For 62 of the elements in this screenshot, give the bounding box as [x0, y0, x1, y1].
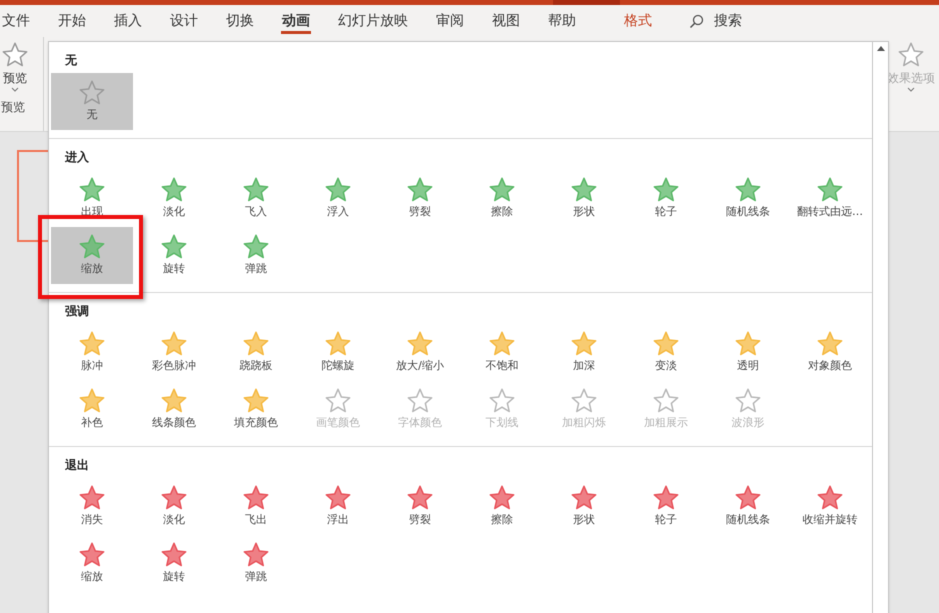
animation-effect[interactable]: 无 — [51, 73, 133, 130]
animation-effect[interactable]: 淡化 — [133, 170, 215, 227]
animation-effect[interactable]: 翻转式由远… — [789, 170, 871, 227]
animation-effect[interactable]: 补色 — [51, 381, 133, 438]
section-heading: 退出 — [64, 457, 90, 474]
animation-effect[interactable]: 擦除 — [461, 170, 543, 227]
caret-icon — [11, 87, 19, 92]
ribbon-tab[interactable]: 帮助 — [547, 6, 577, 36]
ribbon-tab[interactable]: 视图 — [491, 6, 521, 36]
ribbon-tab[interactable]: 幻灯片放映 — [337, 6, 409, 36]
animation-effect[interactable]: 弹跳 — [215, 227, 297, 284]
section-heading: 进入 — [64, 149, 90, 166]
animation-effect[interactable]: 线条颜色 — [133, 381, 215, 438]
animation-effect[interactable]: 旋转 — [133, 535, 215, 592]
search-icon — [689, 14, 704, 28]
search-label[interactable]: 搜索 — [714, 10, 742, 32]
animation-effect[interactable]: 脉冲 — [51, 324, 133, 381]
animation-effect[interactable]: 弹跳 — [215, 535, 297, 592]
animation-effect[interactable]: 收缩并旋转 — [789, 478, 871, 535]
animation-effect[interactable]: 飞入 — [215, 170, 297, 227]
animation-effect[interactable]: 形状 — [543, 170, 625, 227]
animation-effect[interactable]: 对象颜色 — [789, 324, 871, 381]
section-heading: 无 — [64, 52, 78, 69]
animation-effect[interactable]: 劈裂 — [379, 170, 461, 227]
animation-effect[interactable]: 加深 — [543, 324, 625, 381]
animation-effect[interactable]: 不饱和 — [461, 324, 543, 381]
animation-effect[interactable]: 浮出 — [297, 478, 379, 535]
animation-effect[interactable]: 随机线条 — [707, 478, 789, 535]
preview-button[interactable]: 预览 — [1, 37, 29, 92]
animation-effect[interactable]: 变淡 — [625, 324, 707, 381]
animation-effect[interactable]: 轮子 — [625, 170, 707, 227]
section-heading: 强调 — [64, 303, 90, 320]
ribbon-tab[interactable]: 设计 — [169, 6, 199, 36]
ribbon-tab[interactable]: 审阅 — [435, 6, 465, 36]
animation-effect[interactable]: 淡化 — [133, 478, 215, 535]
animation-effect[interactable]: 陀螺旋 — [297, 324, 379, 381]
animation-effect[interactable]: 跷跷板 — [215, 324, 297, 381]
animation-effect[interactable]: 形状 — [543, 478, 625, 535]
ribbon-tab[interactable]: 动画 — [281, 6, 311, 36]
animation-effect[interactable]: 擦除 — [461, 478, 543, 535]
animation-effect[interactable]: 浮入 — [297, 170, 379, 227]
animation-effect[interactable]: 彩色脉冲 — [133, 324, 215, 381]
scrollbar[interactable] — [872, 42, 888, 613]
ribbon-tab[interactable]: 格式 — [623, 6, 653, 36]
ribbon-tab[interactable]: 开始 — [57, 6, 87, 36]
animation-effect[interactable]: 飞出 — [215, 478, 297, 535]
animation-effect[interactable]: 劈裂 — [379, 478, 461, 535]
animation-effect[interactable]: 轮子 — [625, 478, 707, 535]
animation-effect[interactable]: 缩放 — [51, 227, 133, 284]
animation-effect[interactable]: 填充颜色 — [215, 381, 297, 438]
animation-effect[interactable]: 消失 — [51, 478, 133, 535]
ribbon-tab[interactable]: 文件 — [1, 6, 31, 36]
animation-effect[interactable]: 放大/缩小 — [379, 324, 461, 381]
group-label: 预览 — [1, 99, 25, 116]
star-icon — [1, 41, 29, 69]
ribbon-tab[interactable]: 插入 — [113, 6, 143, 36]
ribbon-tab[interactable]: 切换 — [225, 6, 255, 36]
animation-effect[interactable]: 透明 — [707, 324, 789, 381]
animation-effect[interactable]: 缩放 — [51, 535, 133, 592]
animation-effect[interactable]: 旋转 — [133, 227, 215, 284]
animation-effect[interactable]: 随机线条 — [707, 170, 789, 227]
caret-icon — [907, 87, 915, 92]
